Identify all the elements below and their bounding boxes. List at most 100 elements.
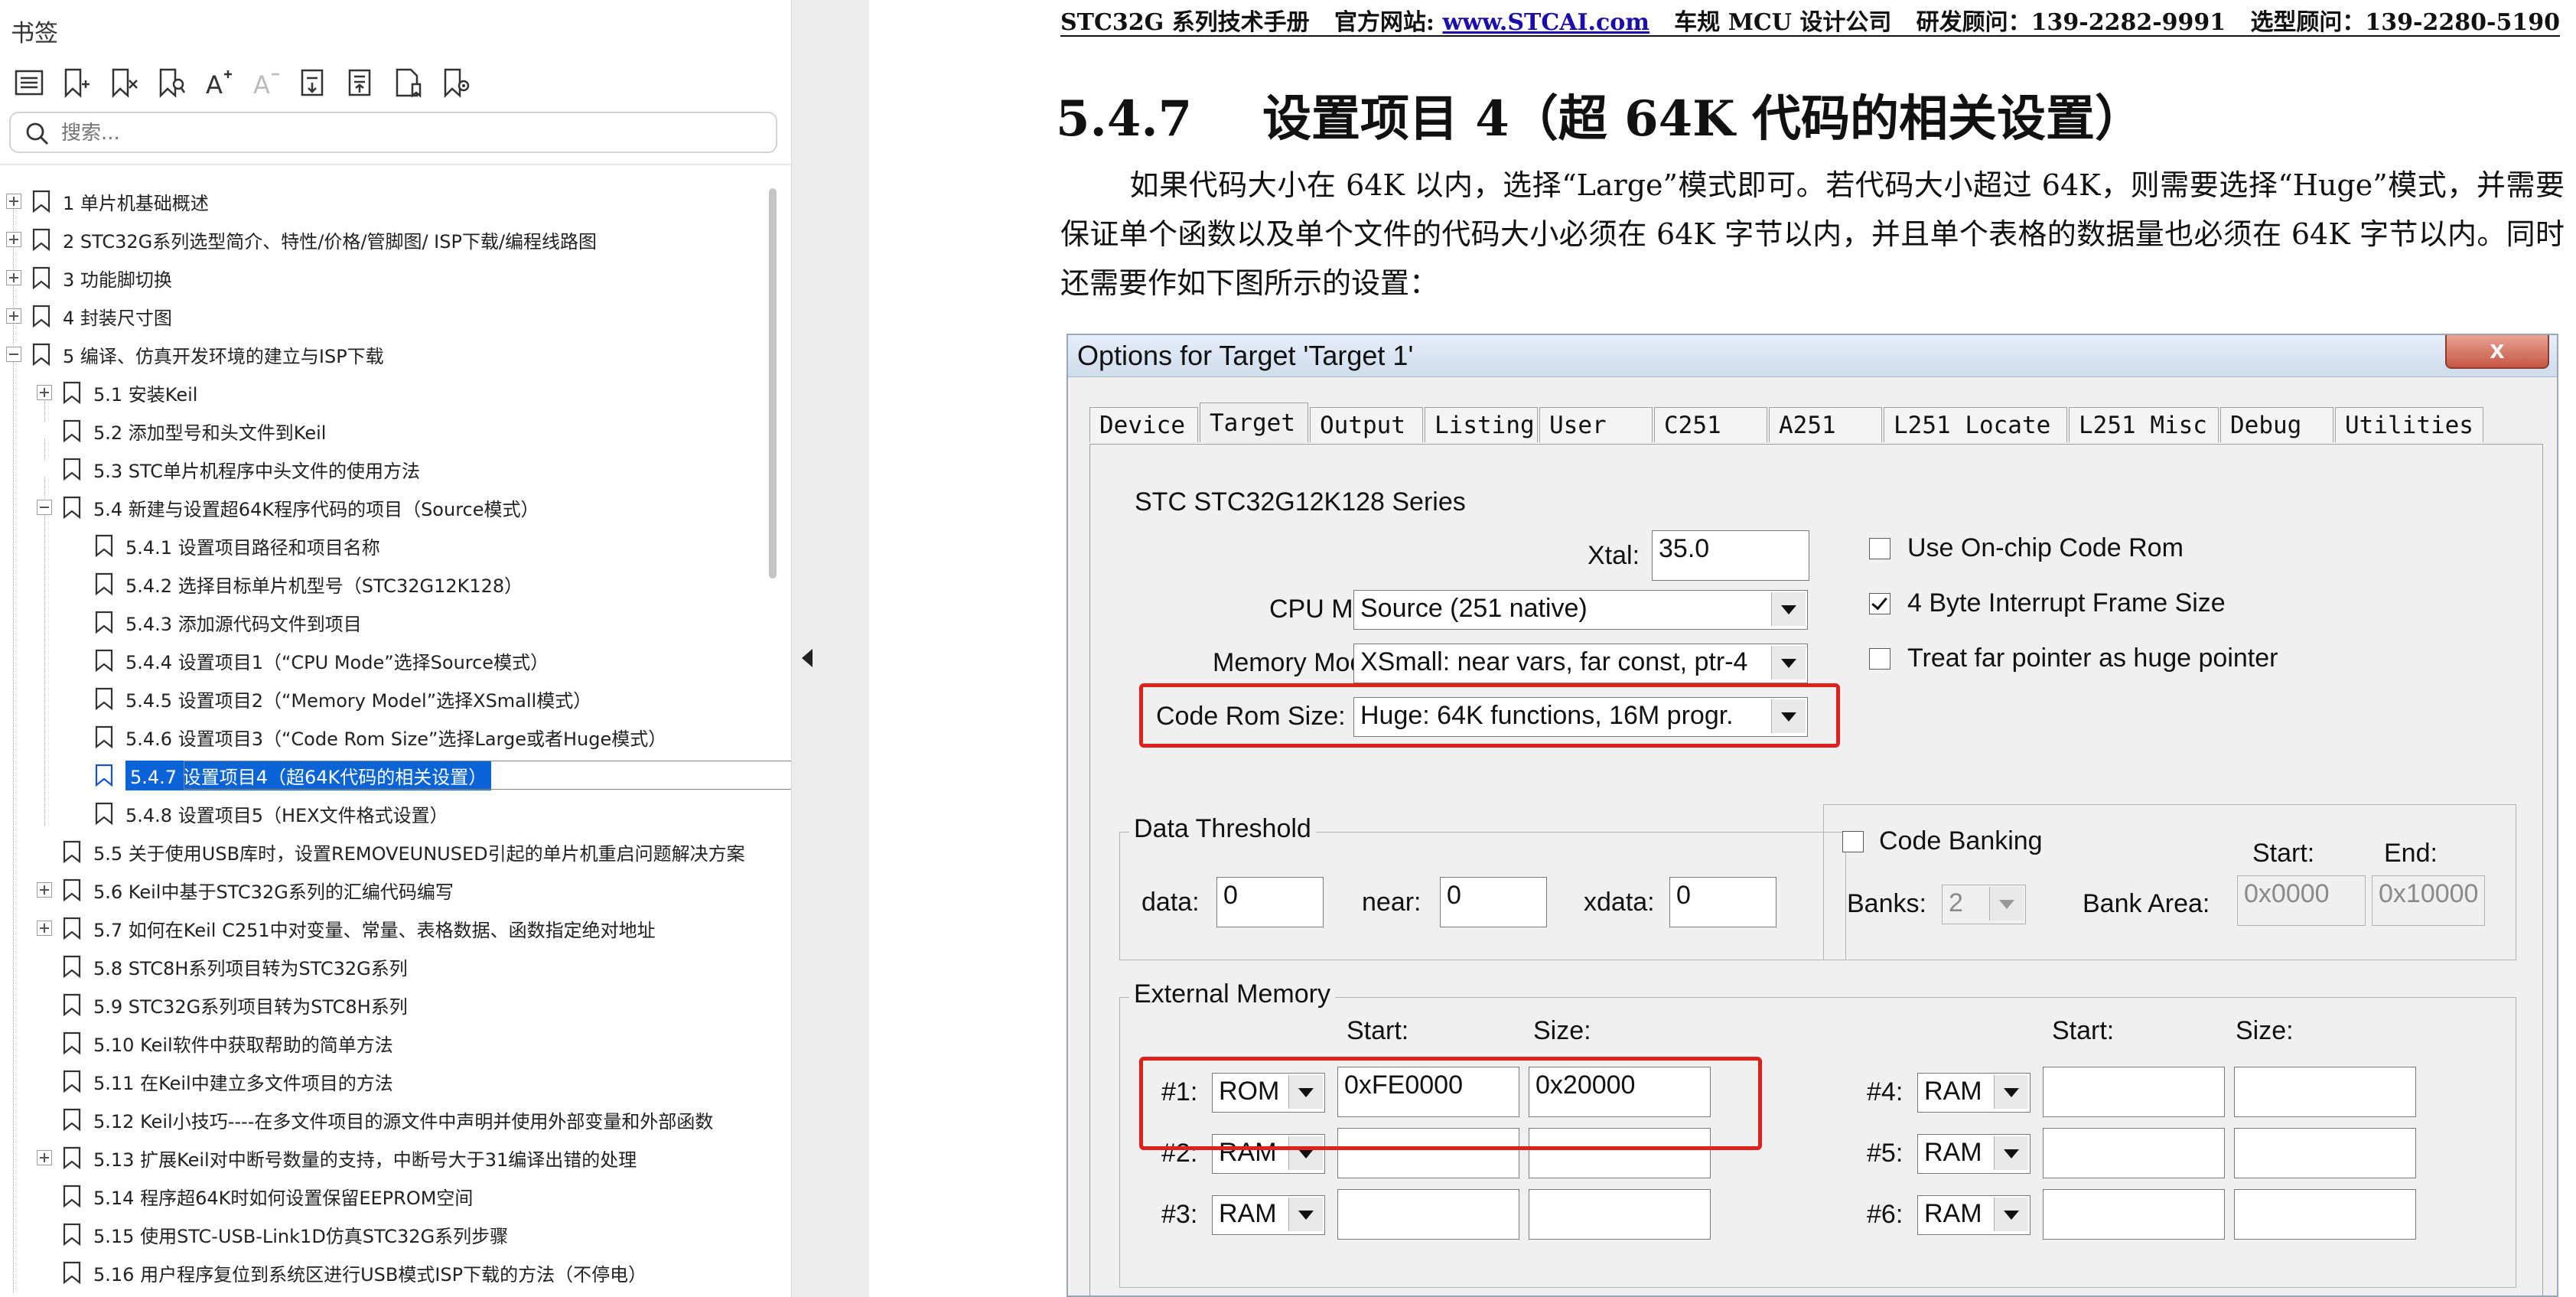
bookmark-item[interactable]: 5.4.8 设置项目5（HEX文件格式设置） xyxy=(69,796,448,831)
bookmark-item[interactable]: 5.7 如何在Keil C251中对变量、常量、表格数据、函数指定绝对地址 xyxy=(37,911,656,946)
ext-mem-start-input[interactable] xyxy=(2043,1128,2225,1178)
bookmark-item[interactable]: 4 封装尺寸图 xyxy=(6,298,172,334)
ext-mem-size-input[interactable] xyxy=(2234,1128,2416,1178)
bookmark-item[interactable]: 5.9 STC32G系列项目转为STC8H系列 xyxy=(37,987,408,1022)
bookmark-item[interactable]: 5.4.3 添加源代码文件到项目 xyxy=(69,605,362,640)
expand-icon[interactable] xyxy=(37,1150,52,1165)
expand-icon[interactable] xyxy=(6,194,21,209)
bank-start-input[interactable]: 0x0000 xyxy=(2237,875,2366,926)
add-bookmark-icon[interactable] xyxy=(58,64,95,101)
ext-mem-type-select[interactable]: RAM xyxy=(1917,1073,2031,1113)
find-bookmark-icon[interactable] xyxy=(153,64,190,101)
ext-mem-start-input[interactable] xyxy=(2043,1189,2225,1240)
code-banking-checkbox[interactable] xyxy=(1842,831,1864,852)
bookmark-item[interactable]: 5.15 使用STC-USB-Link1D仿真STC32G系列步骤 xyxy=(37,1217,508,1252)
near-threshold-input[interactable]: 0 xyxy=(1440,877,1547,927)
expand-icon[interactable] xyxy=(37,385,52,400)
ext-mem-type-select[interactable]: RAM xyxy=(1917,1134,2031,1174)
search-input[interactable] xyxy=(60,119,751,147)
dialog-titlebar: Options for Target 'Target 1' xyxy=(1068,335,2557,377)
close-icon[interactable]: x xyxy=(2445,335,2549,369)
bookmark-settings-icon[interactable] xyxy=(438,64,474,101)
bookmark-item[interactable]: 5.4.2 选择目标单片机型号（STC32G12K128） xyxy=(69,566,523,601)
bookmark-item[interactable]: 5.3 STC单片机程序中头文件的使用方法 xyxy=(37,451,420,487)
bookmark-item[interactable]: 5.11 在Keil中建立多文件项目的方法 xyxy=(37,1064,393,1099)
collapse-icon[interactable] xyxy=(6,347,21,362)
banks-label: Banks: xyxy=(1847,889,1926,918)
tree-spacer xyxy=(69,806,84,821)
tab-utilities[interactable]: Utilities xyxy=(2335,407,2483,442)
ext-mem-size-input[interactable] xyxy=(1529,1189,1711,1240)
bookmark-page-icon[interactable] xyxy=(390,64,427,101)
bookmark-item[interactable]: 5.4.5 设置项目2（“Memory Model”选择XSmall模式） xyxy=(69,681,591,716)
bookmark-item[interactable]: 5.2 添加型号和头文件到Keil xyxy=(37,413,326,448)
bookmark-item[interactable]: 5.8 STC8H系列项目转为STC32G系列 xyxy=(37,949,408,984)
tab-target[interactable]: Target xyxy=(1200,402,1308,442)
tab-user[interactable]: User xyxy=(1539,407,1653,442)
bookmark-item[interactable]: 5.16 用户程序复位到系统区进行USB模式ISP下载的方法（不停电） xyxy=(37,1255,646,1290)
tab-output[interactable]: Output xyxy=(1310,407,1423,442)
shrink-text-icon[interactable]: A xyxy=(248,64,285,101)
ext-mem-start-input[interactable] xyxy=(1337,1189,1519,1240)
bookmark-item[interactable]: 2 STC32G系列选型简介、特性/价格/管脚图/ ISP下载/编程线路图 xyxy=(6,222,597,257)
expand-icon[interactable] xyxy=(37,882,52,898)
xtal-input[interactable]: 35.0 xyxy=(1652,530,1809,581)
bookmark-scrollbar[interactable] xyxy=(769,188,777,578)
tab-a251[interactable]: A251 xyxy=(1769,407,1882,442)
bookmark-item[interactable]: 5 编译、仿真开发环境的建立与ISP下载 xyxy=(6,337,384,372)
website-link[interactable]: www.STCAI.com xyxy=(1442,9,1649,36)
data-threshold-input[interactable]: 0 xyxy=(1216,877,1324,927)
enlarge-text-icon[interactable]: A xyxy=(200,64,237,101)
bookmark-item[interactable]: 5.4.4 设置项目1（“CPU Mode”选择Source模式） xyxy=(69,643,549,678)
bookmark-item[interactable]: 5.1 安装Keil xyxy=(37,375,197,410)
bookmark-icon xyxy=(63,917,81,940)
bookmark-item[interactable]: 5.4.1 设置项目路径和项目名称 xyxy=(69,528,380,563)
tree-spacer xyxy=(37,959,52,974)
xdata-threshold-input[interactable]: 0 xyxy=(1669,877,1776,927)
memory-model-select[interactable]: XSmall: near vars, far const, ptr-4 xyxy=(1353,644,1808,683)
tab-device[interactable]: Device xyxy=(1089,407,1198,442)
bookmark-item[interactable]: 5.12 Keil小技巧----在多文件项目的源文件中声明并使用外部变量和外部函… xyxy=(37,1102,713,1137)
expand-icon[interactable] xyxy=(6,308,21,324)
bookmark-item[interactable]: 5.13 扩展Keil对中断号数量的支持，中断号大于31编译出错的处理 xyxy=(37,1140,637,1175)
bookmark-list-icon[interactable] xyxy=(11,64,47,101)
bookmark-item[interactable]: 5.4 新建与设置超64K程序代码的项目（Source模式） xyxy=(37,490,539,525)
interrupt-frame-checkbox[interactable] xyxy=(1869,593,1890,614)
expand-all-icon[interactable] xyxy=(295,64,332,101)
bookmark-item[interactable]: 5.4.7 设置项目4（超64K代码的相关设置） xyxy=(69,758,826,793)
tab-debug[interactable]: Debug xyxy=(2220,407,2333,442)
bookmark-item[interactable]: 5.6 Keil中基于STC32G系列的汇编代码编写 xyxy=(37,872,454,908)
banks-select[interactable]: 2 xyxy=(1942,885,2026,924)
ext-mem-type-select[interactable]: RAM xyxy=(1917,1195,2031,1235)
collapse-panel-icon[interactable] xyxy=(796,643,819,673)
bookmark-item[interactable]: 5.4.6 设置项目3（“Code Rom Size”选择Large或者Huge… xyxy=(69,719,666,754)
tab-l251-misc[interactable]: L251 Misc xyxy=(2069,407,2219,442)
cpu-mode-select[interactable]: Source (251 native) xyxy=(1353,590,1808,630)
ext-mem-size-input[interactable] xyxy=(2234,1067,2416,1117)
bookmark-search[interactable] xyxy=(9,112,777,153)
ext-mem-type-select[interactable]: RAM xyxy=(1212,1195,1325,1235)
far-pointer-checkbox[interactable] xyxy=(1869,648,1890,670)
bank-end-input[interactable]: 0x10000 xyxy=(2372,875,2485,926)
bookmark-item[interactable]: 5.14 程序超64K时如何设置保留EEPROM空间 xyxy=(37,1178,473,1214)
expand-icon[interactable] xyxy=(6,270,21,285)
tab-listing[interactable]: Listing xyxy=(1425,407,1538,442)
bookmark-item[interactable]: 5.5 关于使用USB库时，设置REMOVEUNUSED引起的单片机重启问题解决… xyxy=(37,834,745,869)
bookmark-item[interactable]: 1 单片机基础概述 xyxy=(6,184,209,219)
expand-icon[interactable] xyxy=(6,232,21,247)
bookmark-item[interactable]: 3 功能脚切换 xyxy=(6,260,172,295)
bookmark-item[interactable]: 5.10 Keil软件中获取帮助的简单方法 xyxy=(37,1025,393,1061)
collapse-all-icon[interactable] xyxy=(343,64,379,101)
tab-c251[interactable]: C251 xyxy=(1654,407,1767,442)
delete-bookmark-icon[interactable] xyxy=(106,64,142,101)
bookmark-label: 5.6 Keil中基于STC32G系列的汇编代码编写 xyxy=(93,881,454,903)
ext-mem-size-input[interactable] xyxy=(2234,1189,2416,1240)
bookmark-icon xyxy=(95,725,113,749)
header-dev-contact: 研发顾问：139-2282-9991 xyxy=(1916,9,2226,36)
bookmark-label: 5.5 关于使用USB库时，设置REMOVEUNUSED引起的单片机重启问题解决… xyxy=(93,842,745,865)
use-onchip-rom-checkbox[interactable] xyxy=(1869,538,1890,559)
ext-mem-start-input[interactable] xyxy=(2043,1067,2225,1117)
collapse-icon[interactable] xyxy=(37,500,52,515)
expand-icon[interactable] xyxy=(37,921,52,936)
tab-l251-locate[interactable]: L251 Locate xyxy=(1884,407,2067,442)
